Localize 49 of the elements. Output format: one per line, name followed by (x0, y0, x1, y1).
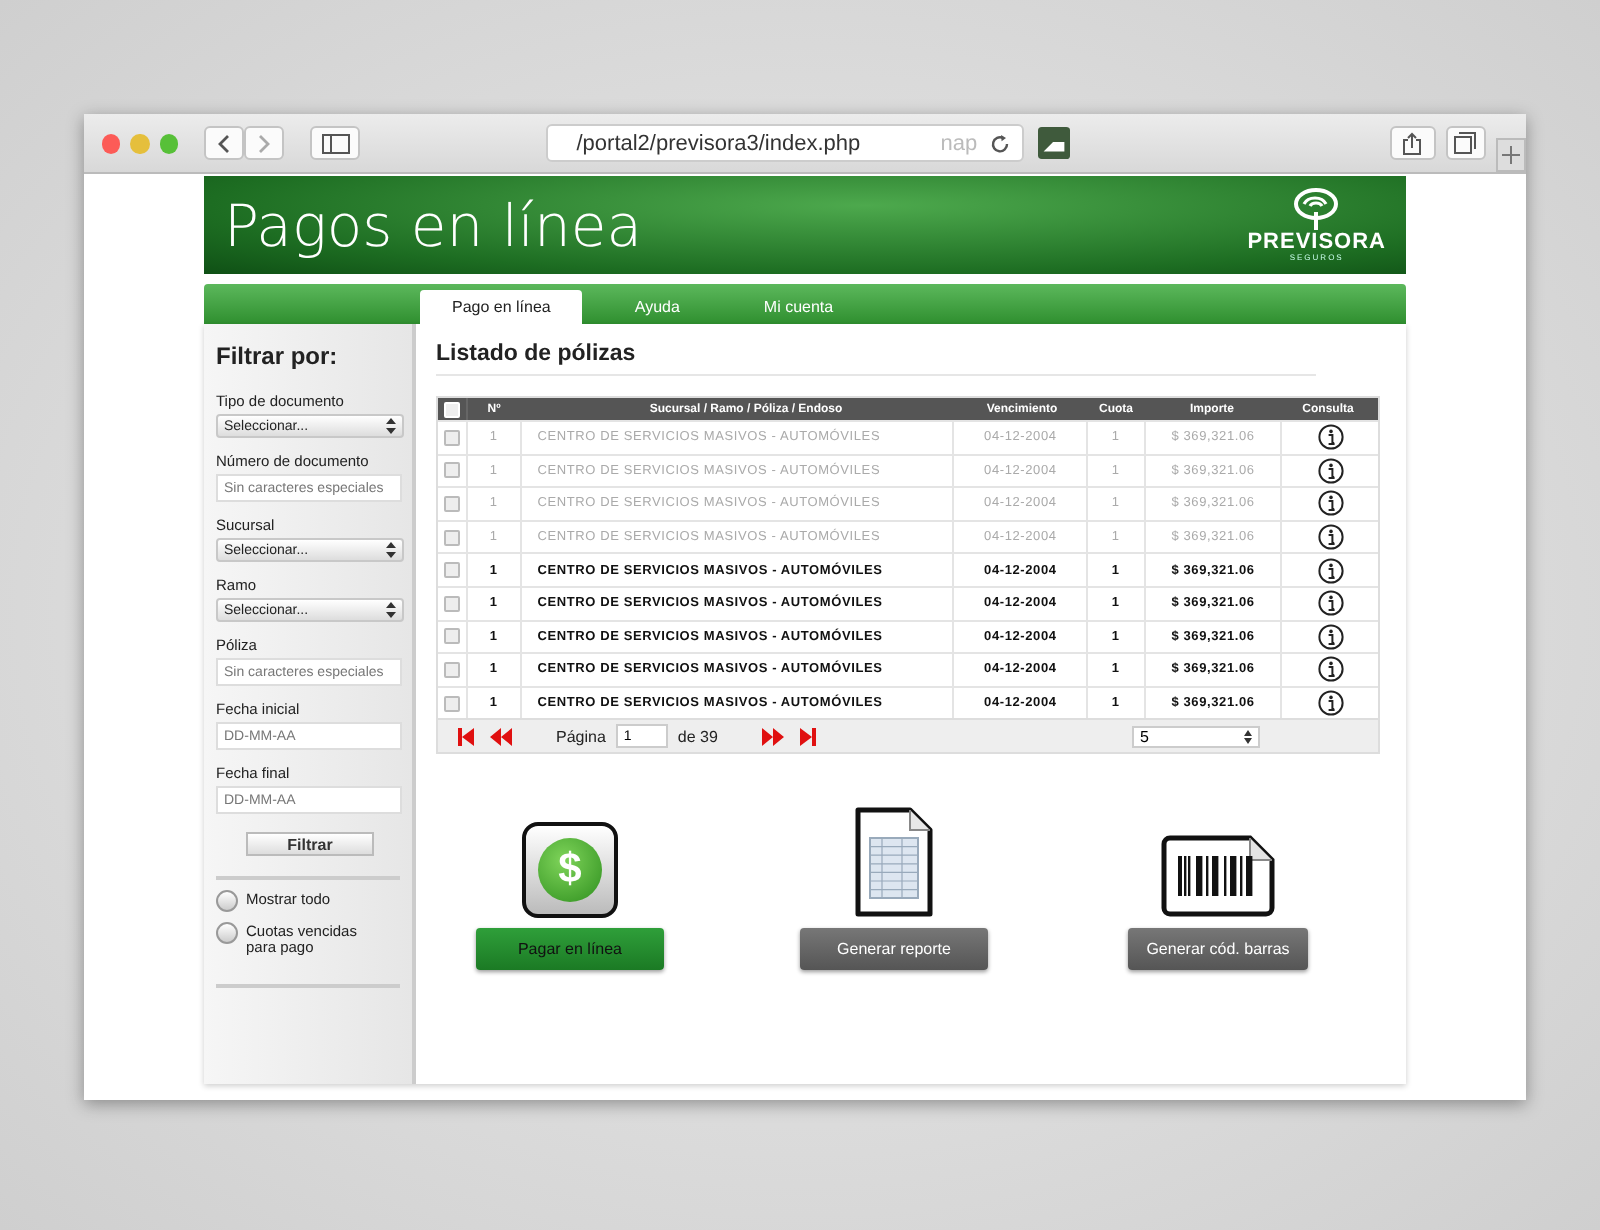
section-title: Listado de pólizas (436, 342, 1316, 376)
select-all-checkbox[interactable] (444, 401, 460, 417)
radio-button[interactable] (216, 922, 238, 944)
stepper-icon[interactable] (386, 602, 396, 618)
previous-page-icon[interactable] (490, 727, 512, 746)
back-button[interactable] (204, 126, 245, 160)
action-button[interactable]: Generar cód. barras (1128, 928, 1308, 971)
share-button[interactable] (1389, 126, 1436, 160)
logo-icon (1290, 187, 1343, 232)
next-page-icon[interactable] (761, 727, 784, 746)
last-page-icon[interactable] (799, 727, 816, 746)
stepper-icon[interactable] (1243, 729, 1252, 744)
row-checkbox[interactable] (443, 628, 460, 645)
stepper-icon[interactable] (386, 542, 396, 558)
logo-text: PREVISORA (1247, 231, 1386, 254)
info-icon[interactable] (1317, 690, 1344, 717)
action-button[interactable]: Pagar en línea (476, 928, 664, 971)
info-icon[interactable] (1317, 557, 1344, 584)
spreadsheet-document-icon[interactable] (854, 806, 934, 919)
tabs-icon[interactable] (1454, 132, 1477, 154)
back-icon[interactable] (216, 133, 233, 153)
page-label: Página (556, 727, 606, 746)
tabs-button[interactable] (1445, 126, 1486, 160)
info-icon[interactable] (1317, 623, 1344, 650)
info-icon[interactable] (1317, 656, 1344, 683)
first-page-icon[interactable] (458, 727, 474, 746)
row-checkbox[interactable] (443, 695, 460, 712)
address-bar[interactable]: /portal2/previsora3/index.php nap (546, 124, 1024, 162)
new-tab-button[interactable] (1495, 138, 1526, 172)
stepper-icon[interactable] (386, 418, 396, 434)
radio-button[interactable] (216, 890, 238, 912)
action-button[interactable]: Generar reporte (800, 928, 988, 971)
share-icon[interactable] (1402, 131, 1423, 155)
row-checkbox[interactable] (443, 661, 460, 678)
filter-title: Filtrar por: (216, 342, 338, 370)
page-count: de 39 (677, 727, 718, 746)
page-size-select[interactable]: 5 (1131, 725, 1260, 748)
filter-button[interactable]: Filtrar (246, 832, 374, 856)
plus-icon[interactable] (1501, 146, 1520, 164)
reload-icon[interactable] (989, 133, 1010, 153)
page-title: Pagos en línea (224, 191, 642, 259)
sidebar-button[interactable] (310, 126, 361, 160)
row-checkbox[interactable] (443, 595, 460, 612)
sidebar-icon[interactable] (321, 133, 350, 153)
nav-tab[interactable]: Pago en línea (420, 290, 583, 324)
barcode-icon[interactable] (1160, 834, 1276, 919)
info-icon[interactable] (1317, 590, 1344, 617)
extension-icon[interactable] (1037, 126, 1070, 160)
row-checkbox[interactable] (443, 562, 460, 579)
